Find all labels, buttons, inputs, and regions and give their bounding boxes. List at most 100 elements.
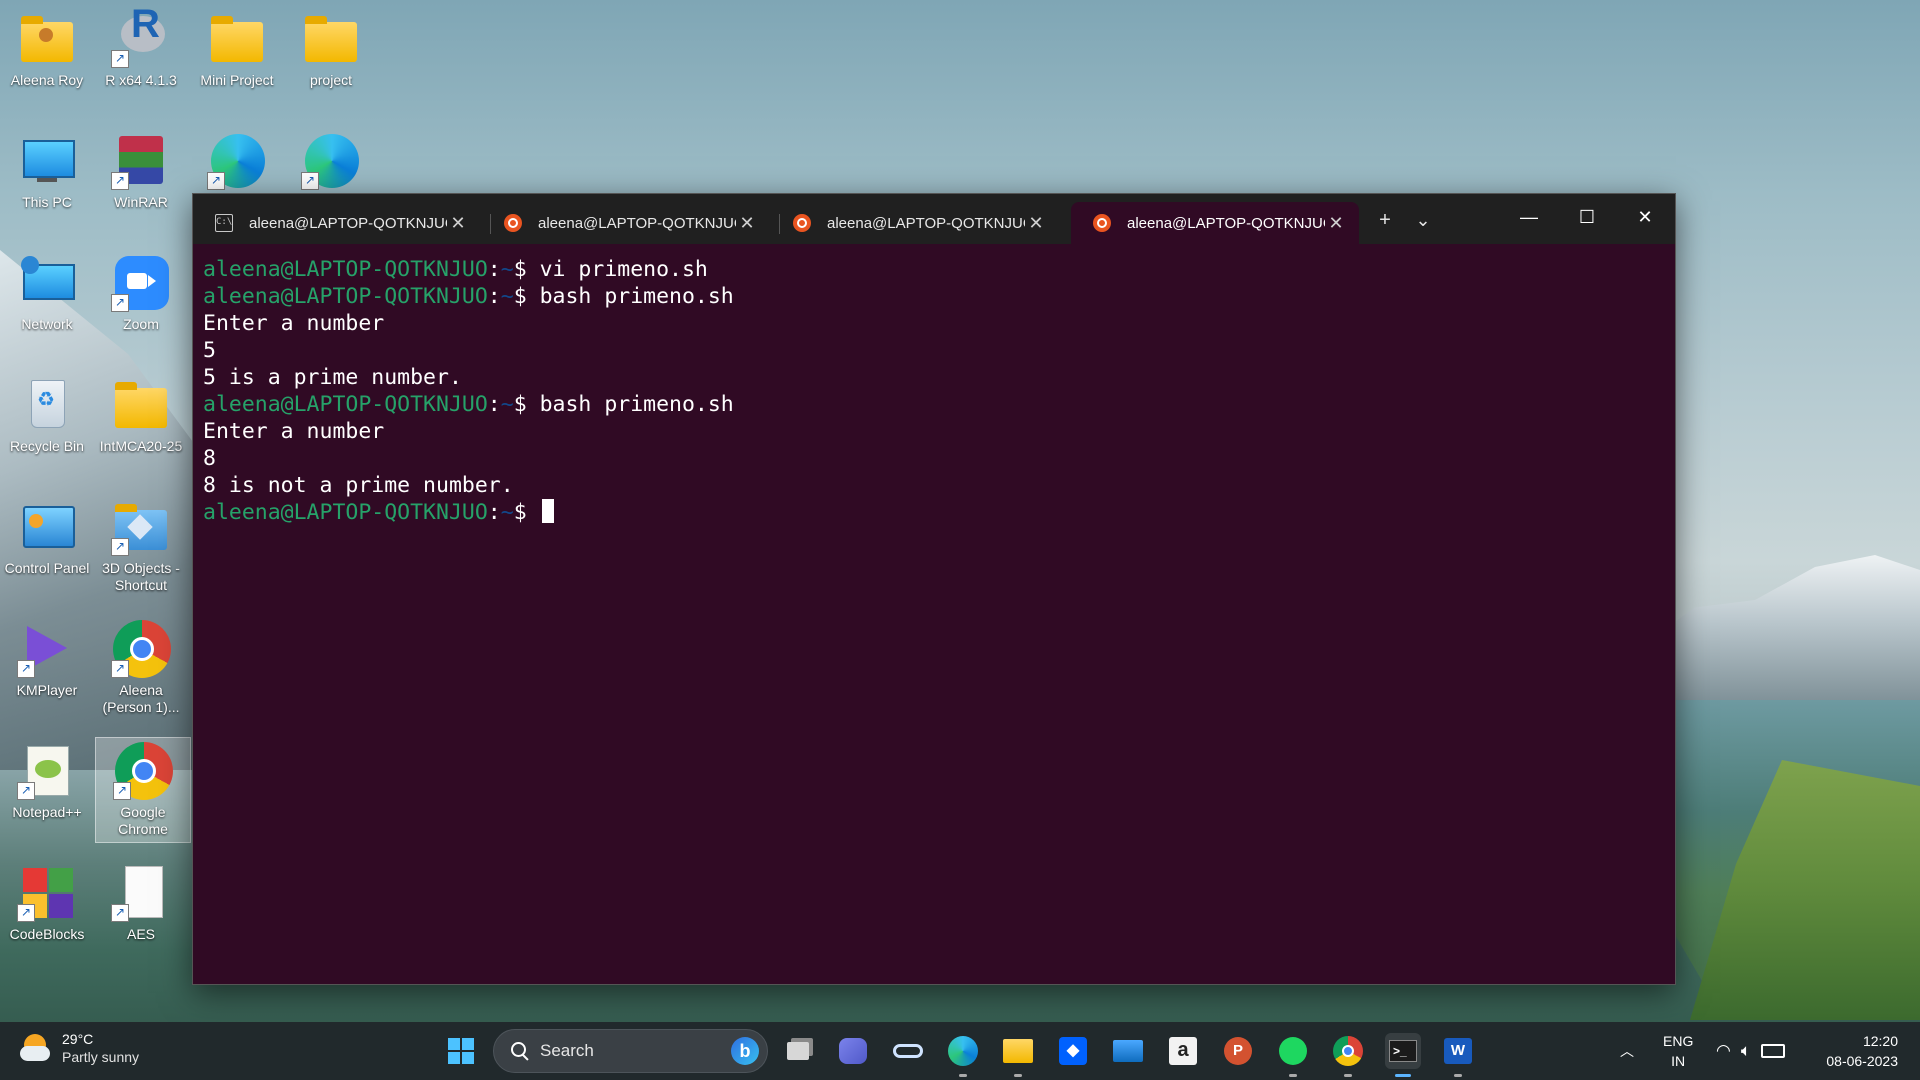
- desktop-icon-edge-2[interactable]: ↗: [284, 122, 378, 192]
- desktop-icon-label: AES: [126, 926, 155, 942]
- tab-4-active[interactable]: aleena@LAPTOP-QOTKNJUC ✕: [1071, 202, 1359, 244]
- desktop-icon-notepadpp[interactable]: ↗ Notepad++: [0, 732, 94, 824]
- clock-date: 08-06-2023: [1826, 1053, 1898, 1069]
- chrome-icon[interactable]: [1330, 1033, 1366, 1077]
- prompt-user-host: aleena@LAPTOP-QOTKNJUO: [203, 500, 488, 525]
- desktop-icon-label: project: [309, 72, 353, 88]
- start-button[interactable]: [443, 1033, 479, 1069]
- tab-2[interactable]: aleena@LAPTOP-QOTKNJUO ✕: [482, 202, 770, 244]
- tab-dropdown-button[interactable]: ⌄: [1403, 204, 1443, 236]
- prompt-user-host: aleena@LAPTOP-QOTKNJUO: [203, 257, 488, 282]
- close-tab-icon[interactable]: ✕: [1325, 213, 1347, 234]
- teams-icon[interactable]: [835, 1033, 871, 1069]
- region-code: IN: [1671, 1053, 1686, 1069]
- close-tab-icon[interactable]: ✕: [1025, 213, 1047, 234]
- prompt-sign: $: [513, 392, 527, 417]
- output-line: 8 is not a prime number.: [203, 473, 514, 498]
- word-icon[interactable]: W: [1440, 1033, 1476, 1077]
- command-text: vi primeno.sh: [539, 257, 708, 282]
- spotify-icon[interactable]: [1275, 1033, 1311, 1077]
- terminal-icon[interactable]: >_: [1385, 1033, 1421, 1077]
- weather-temp: 29°C: [62, 1031, 94, 1047]
- desktop-icon-project[interactable]: project: [284, 0, 378, 92]
- chevron-up-icon: ︿: [1620, 1043, 1634, 1059]
- desktop-icon-google-chrome[interactable]: ↗ Google Chrome: [95, 737, 191, 843]
- shortcut-arrow-icon: ↗: [207, 172, 225, 190]
- language-indicator[interactable]: ENG IN: [1663, 1031, 1693, 1071]
- language-code: ENG: [1663, 1033, 1694, 1049]
- dropbox-icon[interactable]: ◆: [1055, 1033, 1091, 1069]
- terminal-output[interactable]: aleena@LAPTOP-QOTKNJUO:~$ vi primeno.sh a…: [193, 244, 1675, 538]
- mail-icon[interactable]: [1110, 1033, 1146, 1069]
- terminal-window[interactable]: C:\ aleena@LAPTOP-QOTKNJUO ✕ aleena@LAPT…: [192, 193, 1676, 985]
- quick-settings[interactable]: ◠ 🔈︎: [1716, 1022, 1786, 1080]
- terminal-titlebar[interactable]: C:\ aleena@LAPTOP-QOTKNJUO ✕ aleena@LAPT…: [193, 194, 1675, 244]
- prompt-colon: :: [487, 500, 501, 525]
- desktop-icon-control-panel[interactable]: Control Panel: [0, 488, 94, 580]
- desktop-icon-mini-project[interactable]: Mini Project: [190, 0, 284, 92]
- desktop-icon-label: Aleena (Person 1)...: [102, 682, 180, 715]
- desktop-icon-3d-objects[interactable]: ↗ 3D Objects - Shortcut: [94, 488, 188, 598]
- clock-time: 12:20: [1862, 1033, 1898, 1049]
- command-text: bash primeno.sh: [539, 392, 734, 417]
- desktop-icon-codeblocks[interactable]: ↗ CodeBlocks: [0, 854, 94, 946]
- command-text: bash primeno.sh: [539, 284, 734, 309]
- clock[interactable]: 12:20 08-06-2023: [1826, 1031, 1898, 1071]
- new-tab-button[interactable]: +: [1365, 204, 1405, 236]
- desktop-icon-this-pc[interactable]: This PC: [0, 122, 94, 214]
- powerpoint-icon[interactable]: P: [1220, 1033, 1256, 1069]
- desktop-icon-intmca[interactable]: IntMCA20-25: [94, 366, 188, 458]
- prompt-line: aleena@LAPTOP-QOTKNJUO:~$ bash primeno.s…: [203, 391, 1665, 418]
- desktop-icon-zoom[interactable]: ↗ Zoom: [94, 244, 188, 336]
- close-tab-icon[interactable]: ✕: [447, 213, 469, 234]
- desktop-icon-chrome-profile[interactable]: ↗ Aleena (Person 1)...: [94, 610, 188, 720]
- tab-label: aleena@LAPTOP-QOTKNJUO: [827, 214, 1025, 232]
- minimize-button[interactable]: —: [1500, 194, 1558, 240]
- edge-icon[interactable]: [945, 1033, 981, 1077]
- desktop-icon-label: This PC: [22, 194, 72, 210]
- desktop-icon-aleena-roy[interactable]: Aleena Roy: [0, 0, 94, 92]
- bing-icon[interactable]: b: [731, 1037, 759, 1065]
- desktop-icon-kmplayer[interactable]: ↗ KMPlayer: [0, 610, 94, 702]
- shortcut-arrow-icon: ↗: [111, 538, 129, 556]
- desktop-icon-edge-1[interactable]: ↗: [190, 122, 284, 192]
- control-panel-icon: [23, 506, 75, 548]
- tab-label: aleena@LAPTOP-QOTKNJUO: [249, 214, 447, 232]
- partly-sunny-icon: [20, 1032, 52, 1064]
- prompt-colon: :: [487, 392, 501, 417]
- taskbar-search[interactable]: Search b: [493, 1029, 768, 1073]
- prompt-line: aleena@LAPTOP-QOTKNJUO:~$ vi primeno.sh: [203, 256, 1665, 283]
- weather-widget[interactable]: 29°C Partly sunny: [20, 1030, 139, 1066]
- show-hidden-icons-button[interactable]: ︿: [1620, 1022, 1634, 1080]
- prompt-line: aleena@LAPTOP-QOTKNJUO:~$: [203, 499, 1665, 526]
- desktop-icon-network[interactable]: Network: [0, 244, 94, 336]
- desktop-icon-label: R x64 4.1.3: [105, 72, 177, 88]
- search-placeholder: Search: [540, 1041, 594, 1060]
- file-explorer-icon[interactable]: [1000, 1033, 1036, 1077]
- glasses-icon[interactable]: [890, 1033, 926, 1069]
- desktop-icon-r[interactable]: R ↗ R x64 4.1.3: [94, 0, 188, 92]
- r-logo-icon: R: [131, 2, 160, 46]
- desktop-icon-label: Zoom: [123, 316, 159, 332]
- shortcut-arrow-icon: ↗: [17, 782, 35, 800]
- prompt-sign: $: [513, 257, 527, 282]
- close-tab-icon[interactable]: ✕: [736, 213, 758, 234]
- user-icon: [39, 28, 53, 42]
- shortcut-arrow-icon: ↗: [111, 294, 129, 312]
- weather-condition: Partly sunny: [62, 1049, 140, 1065]
- maximize-button[interactable]: ☐: [1558, 194, 1616, 240]
- tab-label: aleena@LAPTOP-QOTKNJUC: [1127, 214, 1325, 232]
- desktop-icon-winrar[interactable]: ↗ WinRAR: [94, 122, 188, 214]
- amazon-icon[interactable]: a: [1165, 1033, 1201, 1069]
- desktop-icon-recycle-bin[interactable]: ♻ Recycle Bin: [0, 366, 94, 458]
- ubuntu-icon: [504, 214, 522, 232]
- output-line: Enter a number: [203, 419, 385, 444]
- desktop-icon-aes[interactable]: ↗ AES: [94, 854, 188, 946]
- file-icon: [125, 866, 163, 918]
- shortcut-arrow-icon: ↗: [111, 50, 129, 68]
- tab-3[interactable]: aleena@LAPTOP-QOTKNJUO ✕: [771, 202, 1059, 244]
- task-view-icon[interactable]: [780, 1033, 816, 1069]
- tab-1[interactable]: C:\ aleena@LAPTOP-QOTKNJUO ✕: [193, 202, 481, 244]
- cmd-icon: C:\: [215, 214, 233, 232]
- close-window-button[interactable]: ✕: [1616, 194, 1674, 240]
